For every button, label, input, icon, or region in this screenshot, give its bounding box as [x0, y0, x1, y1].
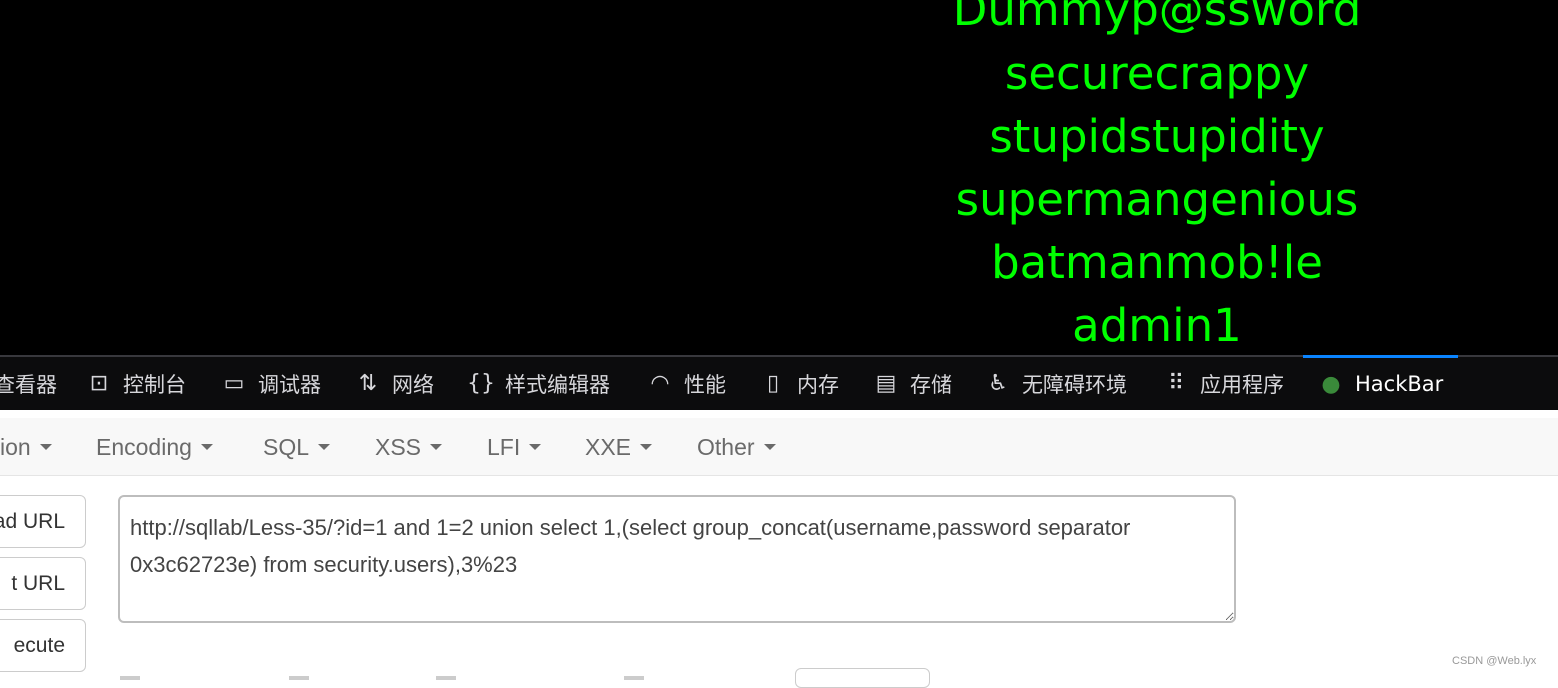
storage-icon: ▤: [875, 371, 897, 396]
tab-label: 查看器: [0, 372, 57, 397]
checkbox[interactable]: [289, 676, 309, 680]
menu-sql[interactable]: SQL: [263, 418, 331, 476]
application-icon: ⠿: [1167, 371, 1185, 396]
tab-label: 样式编辑器: [505, 372, 610, 397]
tab-label: 存储: [910, 372, 952, 397]
caret-down-icon: [200, 444, 213, 450]
tab-network[interactable]: ⇅ 网络: [354, 357, 434, 410]
tab-performance[interactable]: ◠ 性能: [646, 357, 726, 410]
menu-encoding[interactable]: Encoding: [96, 418, 213, 476]
performance-icon: ◠: [650, 371, 670, 396]
select-box[interactable]: [795, 668, 930, 688]
page-content: Dummyp@ssword securecrappy stupidstupidi…: [0, 0, 1558, 355]
caret-down-icon: [529, 444, 542, 450]
caret-down-icon: [640, 444, 653, 450]
tab-storage[interactable]: ▤ 存储: [872, 357, 952, 410]
tab-application[interactable]: ⠿ 应用程序: [1162, 357, 1284, 410]
menu-label: Encoding: [96, 433, 192, 460]
tab-hackbar[interactable]: ● HackBar: [1303, 355, 1458, 410]
tab-label: 内存: [797, 372, 839, 397]
tab-label: 应用程序: [1200, 372, 1284, 397]
result-line: admin1: [1072, 299, 1242, 352]
caret-down-icon: [430, 444, 443, 450]
tab-label: 调试器: [258, 372, 321, 397]
network-icon: ⇅: [358, 371, 378, 396]
load-url-button[interactable]: ad URL: [0, 495, 86, 548]
tab-label: HackBar: [1355, 372, 1444, 396]
split-url-button[interactable]: t URL: [0, 557, 86, 610]
url-input[interactable]: [118, 495, 1236, 623]
menu-label: XXE: [585, 433, 632, 460]
tab-label: 无障碍环境: [1022, 372, 1127, 397]
tab-memory[interactable]: ▯ 内存: [759, 357, 839, 410]
menu-xss[interactable]: XSS: [375, 418, 443, 476]
tab-style-editor[interactable]: {} 样式编辑器: [467, 357, 610, 410]
execute-button[interactable]: ecute: [0, 619, 86, 672]
menu-xxe[interactable]: XXE: [585, 418, 653, 476]
caret-down-icon: [39, 444, 52, 450]
watermark: CSDN @Web.lyx: [1452, 655, 1537, 667]
tab-label: 网络: [392, 372, 434, 397]
result-line: securecrappy: [1004, 47, 1310, 100]
console-icon: ⊡: [89, 371, 109, 396]
tab-label: 控制台: [123, 372, 186, 397]
caret-down-icon: [763, 444, 776, 450]
tab-accessibility[interactable]: ♿ 无障碍环境: [984, 357, 1127, 410]
menu-injection[interactable]: ion: [0, 418, 52, 476]
menu-label: XSS: [375, 433, 422, 460]
result-line: Dummyp@ssword: [952, 0, 1362, 36]
menu-other[interactable]: Other: [697, 418, 776, 476]
result-line: batmanmob!le: [991, 236, 1323, 289]
hackbar-icon: ●: [1321, 371, 1341, 397]
debugger-icon: ▭: [223, 371, 245, 396]
checkbox[interactable]: [436, 676, 456, 680]
tab-label: 性能: [684, 372, 726, 397]
tab-debugger[interactable]: ▭ 调试器: [220, 357, 321, 410]
devtools-toolbar: 查看器 ⊡ 控制台 ▭ 调试器 ⇅ 网络 {} 样式编辑器 ◠ 性能 ▯ 内存 ▤ 存储 ♿ 无…: [0, 355, 1558, 410]
menu-label: ion: [0, 433, 31, 460]
checkbox[interactable]: [624, 676, 644, 680]
accessibility-icon: ♿: [988, 371, 1008, 396]
style-editor-icon: {}: [467, 371, 495, 396]
menu-label: SQL: [263, 433, 310, 460]
result-line: stupidstupidity: [989, 110, 1325, 163]
caret-down-icon: [318, 444, 331, 450]
menu-label: LFI: [487, 433, 521, 460]
checkbox[interactable]: [120, 676, 140, 680]
menu-label: Other: [697, 433, 755, 460]
memory-icon: ▯: [766, 371, 780, 396]
result-line: supermangenious: [955, 173, 1359, 226]
menu-lfi[interactable]: LFI: [487, 418, 542, 476]
tab-inspector[interactable]: 查看器: [0, 357, 57, 410]
tab-console[interactable]: ⊡ 控制台: [85, 357, 186, 410]
hackbar-menu: ion Encoding SQL XSS LFI XXE Other: [0, 418, 1558, 476]
